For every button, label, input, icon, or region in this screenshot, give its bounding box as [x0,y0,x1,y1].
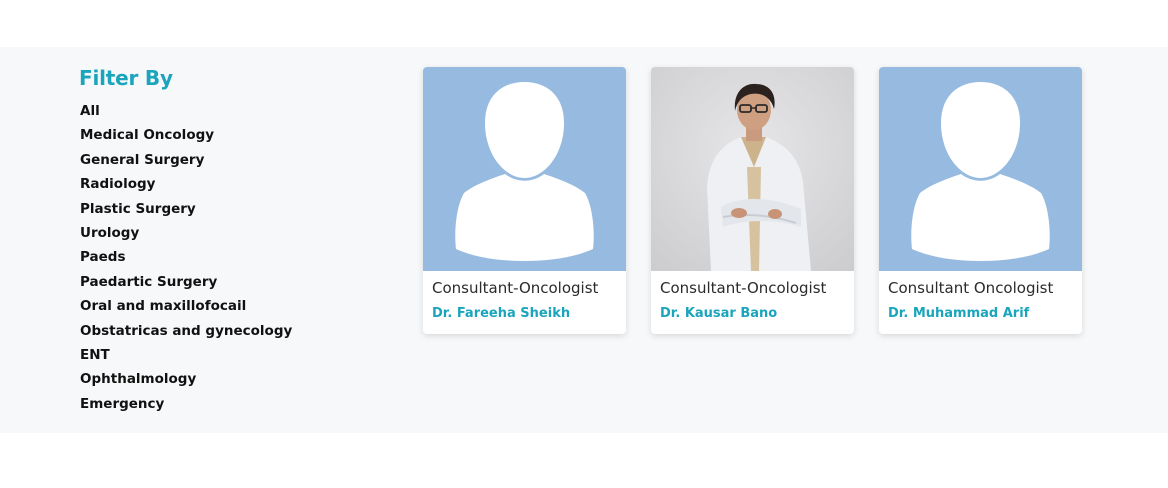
doctor-photo-placeholder [423,67,626,271]
user-avatar-icon [423,67,626,271]
filter-item-plastic-surgery[interactable]: Plastic Surgery [80,199,292,223]
filter-heading: Filter By [79,66,173,90]
filter-item-ophthalmology[interactable]: Ophthalmology [80,369,292,393]
user-avatar-icon [879,67,1082,271]
filter-list: All Medical Oncology General Surgery Rad… [80,101,292,418]
doctor-role: Consultant Oncologist [888,279,1054,297]
filter-item-medical-oncology[interactable]: Medical Oncology [80,125,292,149]
doctor-portrait-image [651,67,854,271]
doctor-photo-placeholder [879,67,1082,271]
filter-item-paedartic-surgery[interactable]: Paedartic Surgery [80,272,292,296]
filter-item-ent[interactable]: ENT [80,345,292,369]
doctor-photo [651,67,854,271]
filter-item-emergency[interactable]: Emergency [80,394,292,418]
filter-item-obstetrics-gynecology[interactable]: Obstatricas and gynecology [80,321,292,345]
doctor-role: Consultant-Oncologist [432,279,599,297]
doctor-name[interactable]: Dr. Kausar Bano [660,306,777,321]
filter-item-all[interactable]: All [80,101,292,125]
filter-item-oral-maxillofacial[interactable]: Oral and maxillofocail [80,296,292,320]
filter-item-radiology[interactable]: Radiology [80,174,292,198]
doctor-name[interactable]: Dr. Muhammad Arif [888,306,1029,321]
filter-item-paeds[interactable]: Paeds [80,247,292,271]
doctor-card[interactable]: Consultant-Oncologist Dr. Fareeha Sheikh [423,67,626,334]
doctor-card[interactable]: Consultant Oncologist Dr. Muhammad Arif [879,67,1082,334]
doctor-card[interactable]: Consultant-Oncologist Dr. Kausar Bano [651,67,854,334]
doctor-role: Consultant-Oncologist [660,279,827,297]
doctor-name[interactable]: Dr. Fareeha Sheikh [432,306,570,321]
filter-item-urology[interactable]: Urology [80,223,292,247]
filter-item-general-surgery[interactable]: General Surgery [80,150,292,174]
